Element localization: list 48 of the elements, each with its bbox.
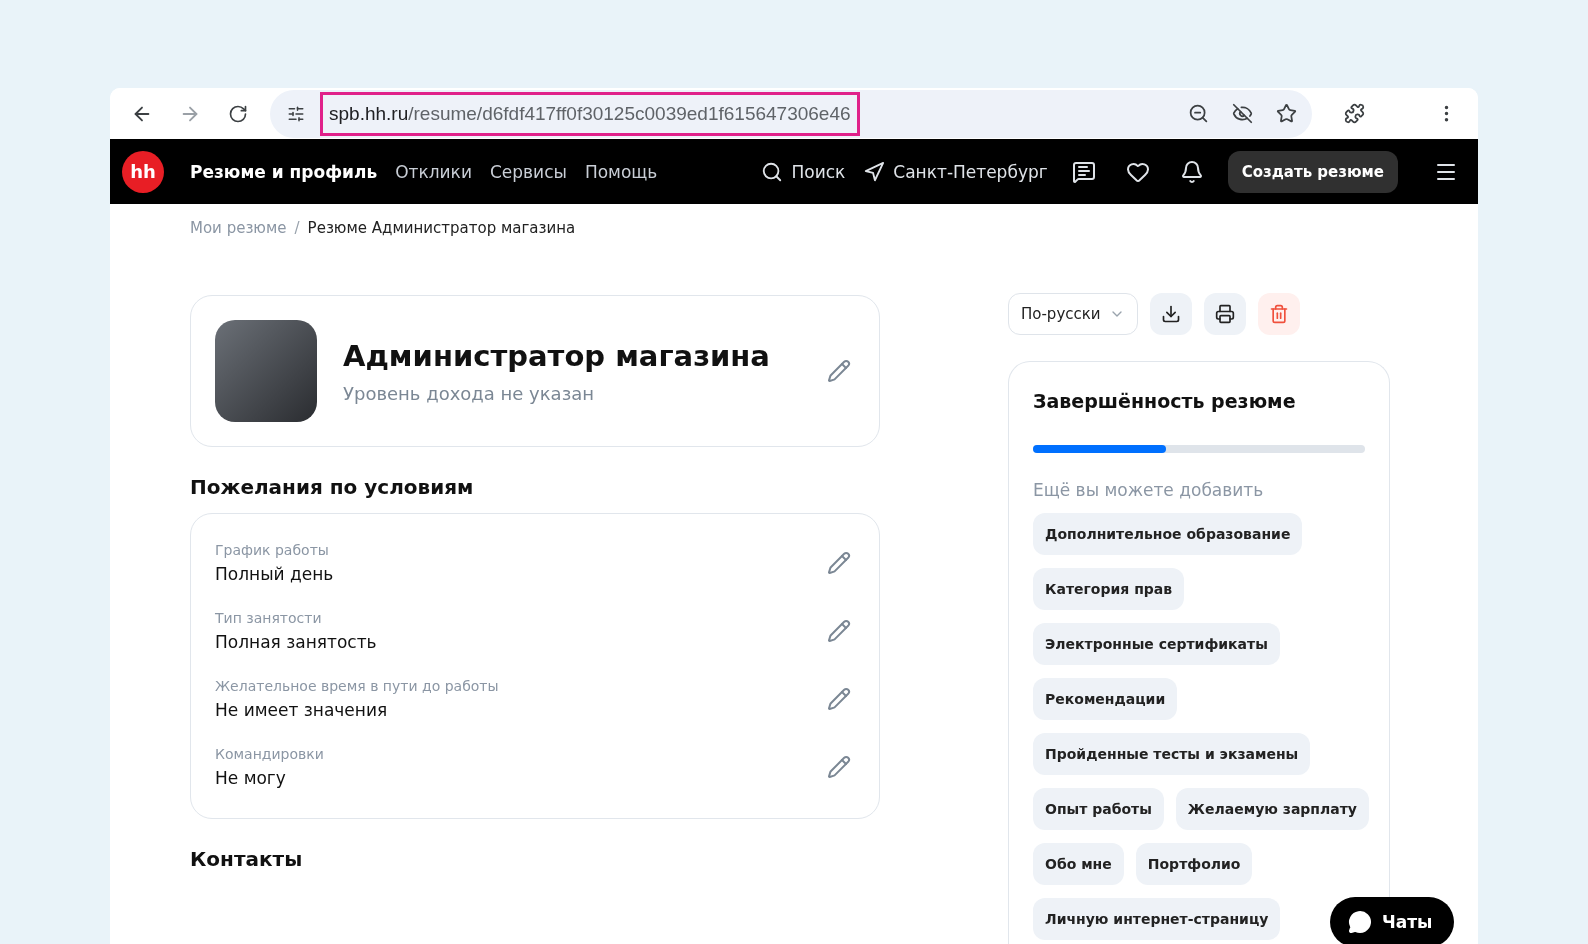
add-section-chip[interactable]: Электронные сертификаты [1033,623,1280,665]
field-value: Не имеет значения [215,700,389,720]
add-section-chip[interactable]: Желаемую зарплату [1175,788,1369,830]
add-section-chip[interactable]: Категория прав [1033,568,1185,610]
language-select[interactable]: По-русски [1008,293,1138,335]
nav-link[interactable]: Помощь [584,161,658,182]
field-label: Командировки [215,746,325,762]
field-label: Тип занятости [215,610,323,626]
location-arrow-icon [863,160,886,183]
field-value: Полный день [215,564,335,584]
breadcrumb-current: Резюме Администратор магазина [307,219,576,237]
panel-title: Завершённость резюме [1033,390,1297,412]
speech-bubble-icon [1348,910,1372,934]
reload-icon[interactable] [228,103,248,124]
address-bar[interactable]: spb.hh.ru/resume/d6fdf417ff0f30125c0039ed1f615647306e46 [270,89,1312,138]
section-heading: Пожелания по условиям [190,475,475,499]
field-value: Не могу [215,768,287,788]
add-section-chip[interactable]: Дополнительное образование [1033,513,1303,555]
nav-link[interactable]: Резюме и профиль [190,161,378,182]
create-resume-button[interactable]: Создать резюме [1227,150,1398,193]
hint-text: Ещё вы можете добавить [1033,480,1265,500]
url-field[interactable]: spb.hh.ru/resume/d6fdf417ff0f30125c0039ed1f615647306e46 [320,91,860,136]
resume-title: Администратор магазина [343,338,771,373]
add-section-chip[interactable]: Пройденные тесты и экзамены [1033,733,1311,775]
field-value: Полная занятость [215,632,378,652]
add-section-chip[interactable]: Рекомендации [1033,678,1178,720]
section-heading: Контакты [190,847,304,871]
nav-link[interactable]: Отклики [395,161,472,182]
add-section-chip[interactable]: Личную интернет-страницу [1033,898,1281,940]
city-link[interactable]: Санкт-Петербург [863,160,1048,183]
search-icon [761,160,784,183]
add-section-chip[interactable]: Обо мне [1033,843,1124,885]
delete-button[interactable] [1257,293,1300,335]
download-button[interactable] [1149,293,1192,335]
trash-icon [1268,304,1289,324]
add-section-chip[interactable]: Портфолио [1135,843,1253,885]
print-button[interactable] [1203,293,1246,335]
breadcrumb-separator: / [294,219,300,237]
field-label: Желательное время в пути до работы [215,678,500,694]
add-section-chip[interactable]: Опыт работы [1033,788,1164,830]
search-link[interactable]: Поиск [761,160,846,183]
printer-icon [1214,304,1235,324]
download-icon [1160,304,1181,324]
field-label: График работы [215,542,330,558]
nav-link[interactable]: Сервисы [489,161,567,182]
logo[interactable]: hh [122,150,164,193]
salary-text: Уровень дохода не указан [343,382,595,404]
chats-button[interactable]: Чаты [1330,897,1455,944]
